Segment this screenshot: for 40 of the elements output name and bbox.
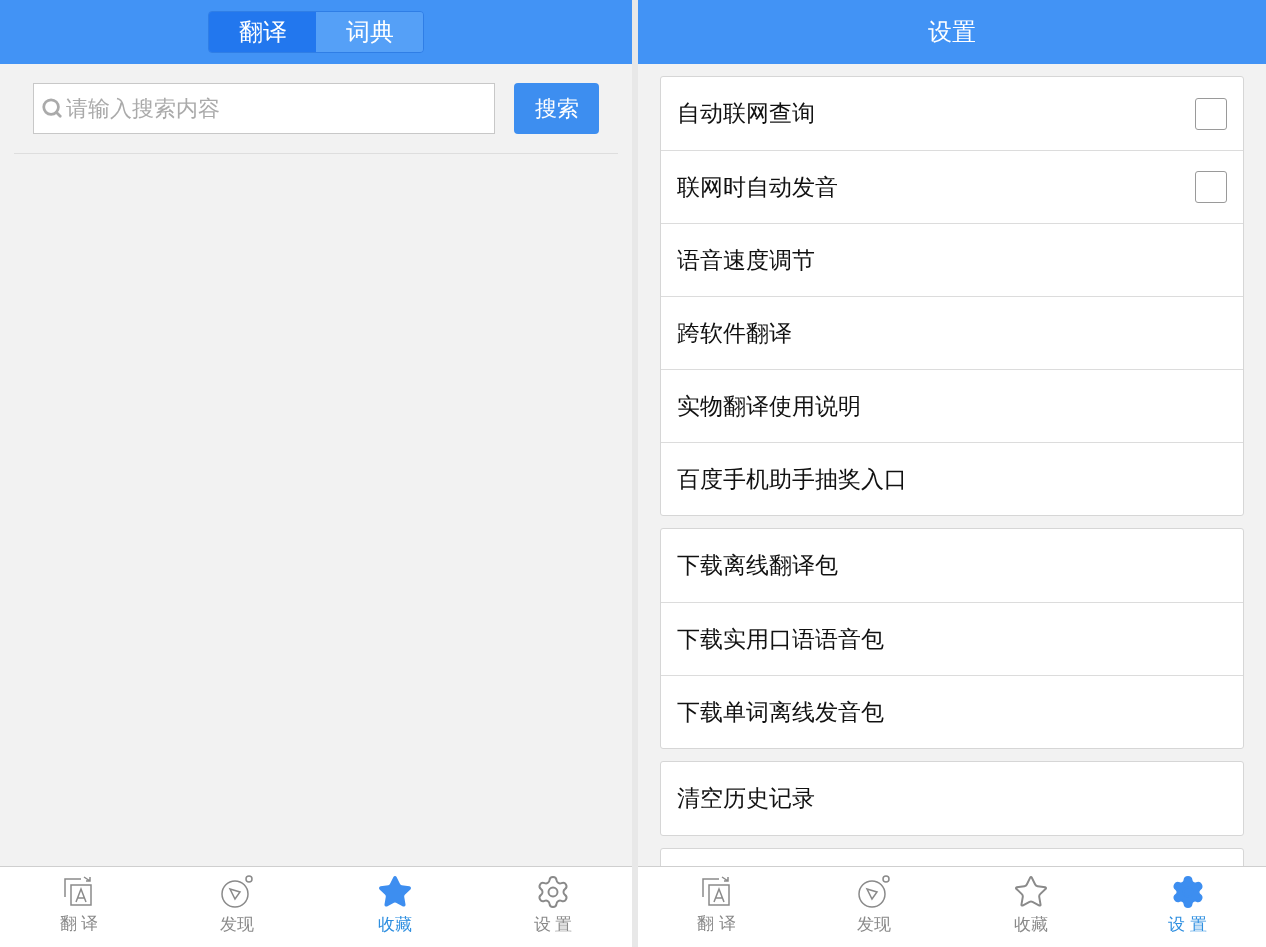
search-field[interactable]: 请输入搜索内容	[33, 83, 495, 134]
screen-title: 设置	[928, 17, 976, 47]
settings-label: 下载离线翻译包	[677, 551, 838, 581]
search-icon	[41, 97, 63, 119]
checkbox[interactable]	[1195, 171, 1227, 203]
compass-icon	[855, 873, 892, 910]
tab-bar-item[interactable]: 设 置	[474, 867, 632, 944]
search-button[interactable]: 搜索	[514, 83, 599, 134]
star-icon	[1012, 873, 1049, 910]
settings-label: 下载单词离线发音包	[677, 697, 884, 727]
settings-row[interactable]: 跨软件翻译	[661, 296, 1243, 369]
settings-label: 下载实用口语语音包	[677, 624, 884, 654]
tab-bar-item[interactable]: 翻 译	[0, 867, 158, 944]
tab-bar-item[interactable]: 发现	[158, 867, 316, 944]
tab-bar-item[interactable]: 翻 译	[638, 867, 795, 944]
star-icon	[377, 873, 413, 910]
settings-label: 语音速度调节	[677, 245, 815, 275]
segment-tab[interactable]: 翻译	[209, 12, 316, 52]
settings-row[interactable]: 下载实用口语语音包	[661, 602, 1243, 675]
compass-icon	[219, 873, 255, 910]
settings-label: 联网时自动发音	[677, 172, 838, 202]
segment-tab[interactable]: 词典	[316, 12, 423, 52]
tab-bar-item[interactable]: 发现	[795, 867, 952, 944]
checkbox[interactable]	[1195, 97, 1227, 130]
settings-label: 跨软件翻译	[677, 318, 792, 348]
tab-bar-item[interactable]: 收藏	[316, 867, 474, 944]
tab-bar-item[interactable]: 收藏	[952, 867, 1109, 944]
tab-bar-item[interactable]: 设 置	[1109, 867, 1266, 944]
settings-row[interactable]: 联网时自动发音	[661, 150, 1243, 223]
settings-label: 自动联网查询	[677, 99, 815, 129]
settings-row[interactable]: 下载单词离线发音包	[661, 675, 1243, 748]
settings-row[interactable]: 百度手机助手抽奖入口	[661, 442, 1243, 515]
settings-row[interactable]: 下载离线翻译包	[661, 529, 1243, 602]
settings-row[interactable]: 自动联网查询	[661, 77, 1243, 150]
settings-row[interactable]: 清空历史记录	[661, 762, 1243, 835]
settings-label: 清空历史记录	[677, 784, 815, 814]
settings-label: 百度手机助手抽奖入口	[677, 464, 907, 494]
settings-row[interactable]: 实物翻译使用说明	[661, 369, 1243, 442]
settings-label: 实物翻译使用说明	[677, 391, 861, 421]
settings-row[interactable]: 语音速度调节	[661, 223, 1243, 296]
